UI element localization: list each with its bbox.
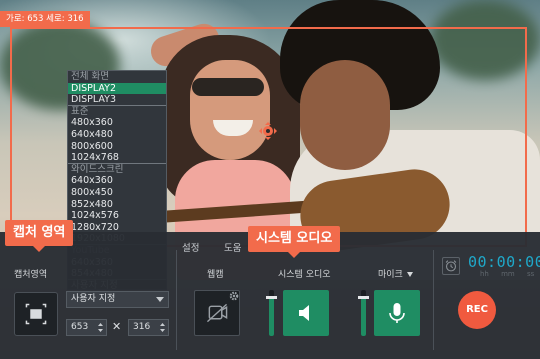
move-arrows-icon[interactable] <box>259 122 277 140</box>
dropdown-item[interactable]: DISPLAY3 <box>68 94 166 106</box>
microphone-icon <box>389 303 405 323</box>
dropdown-item[interactable]: 800x450 <box>68 187 166 199</box>
callout-capture-area: 캡처 영역 <box>5 220 74 252</box>
preset-select[interactable]: 사용자 지정 <box>66 291 169 308</box>
dropdown-item[interactable]: 640x360 <box>68 175 166 187</box>
system-audio-label: 시스템 오디오 <box>278 270 331 280</box>
stepper-icon[interactable] <box>160 323 165 332</box>
webcam-label: 웹캠 <box>207 270 224 280</box>
height-value: 316 <box>133 322 151 332</box>
capture-area-button[interactable] <box>14 292 58 336</box>
height-input[interactable]: 316 <box>128 319 169 336</box>
system-audio-volume-thumb[interactable] <box>266 296 277 299</box>
stepper-icon[interactable] <box>98 323 103 332</box>
mic-toggle-button[interactable] <box>374 290 420 336</box>
gear-icon[interactable] <box>229 291 239 301</box>
times-symbol: ✕ <box>112 320 122 333</box>
record-button[interactable]: REC <box>458 291 496 329</box>
system-audio-toggle-button[interactable] <box>283 290 329 336</box>
dropdown-group-header: 와이드스크린 <box>71 163 124 175</box>
dimensions-badge: 가로: 653 세로: 316 <box>0 11 90 27</box>
width-value: 653 <box>71 322 89 332</box>
preset-select-value: 사용자 지정 <box>71 294 116 304</box>
timer-units: hh mm ss <box>480 270 535 278</box>
dropdown-group-header: 전체 화면 <box>71 71 109 82</box>
mic-label[interactable]: 마이크 <box>378 267 413 280</box>
callout-system-audio: 시스템 오디오 <box>248 226 341 258</box>
recording-timer: 00:00:00 <box>468 253 540 271</box>
capture-area-label: 캡처영역 <box>14 270 48 280</box>
tab-help[interactable]: 도움 <box>224 240 241 254</box>
alarm-clock-icon <box>445 260 457 272</box>
dropdown-item[interactable]: 1024x768 <box>68 152 166 164</box>
schedule-button[interactable] <box>442 257 460 275</box>
chevron-down-icon <box>406 272 413 277</box>
mic-volume-slider[interactable] <box>358 290 369 336</box>
mic-label-text: 마이크 <box>378 270 403 280</box>
dropdown-item[interactable]: 800x600 <box>68 141 166 153</box>
dropdown-item[interactable]: 640x480 <box>68 129 166 141</box>
chevron-down-icon <box>156 297 164 302</box>
dropdown-item[interactable]: DISPLAY2 <box>68 82 166 95</box>
tab-settings[interactable]: 설정 <box>182 240 199 254</box>
width-input[interactable]: 653 <box>66 319 107 336</box>
mic-volume-thumb[interactable] <box>358 296 369 299</box>
capture-frame-icon <box>25 303 47 325</box>
speaker-icon <box>299 305 309 321</box>
dropdown-item[interactable]: 1024x576 <box>68 210 166 222</box>
dropdown-group-header: 표준 <box>71 105 89 117</box>
system-audio-volume-level <box>269 297 274 336</box>
dropdown-item[interactable]: 480x360 <box>68 117 166 129</box>
mic-volume-level <box>361 297 366 336</box>
system-audio-volume-slider[interactable] <box>266 290 277 336</box>
dropdown-item[interactable]: 852x480 <box>68 199 166 211</box>
